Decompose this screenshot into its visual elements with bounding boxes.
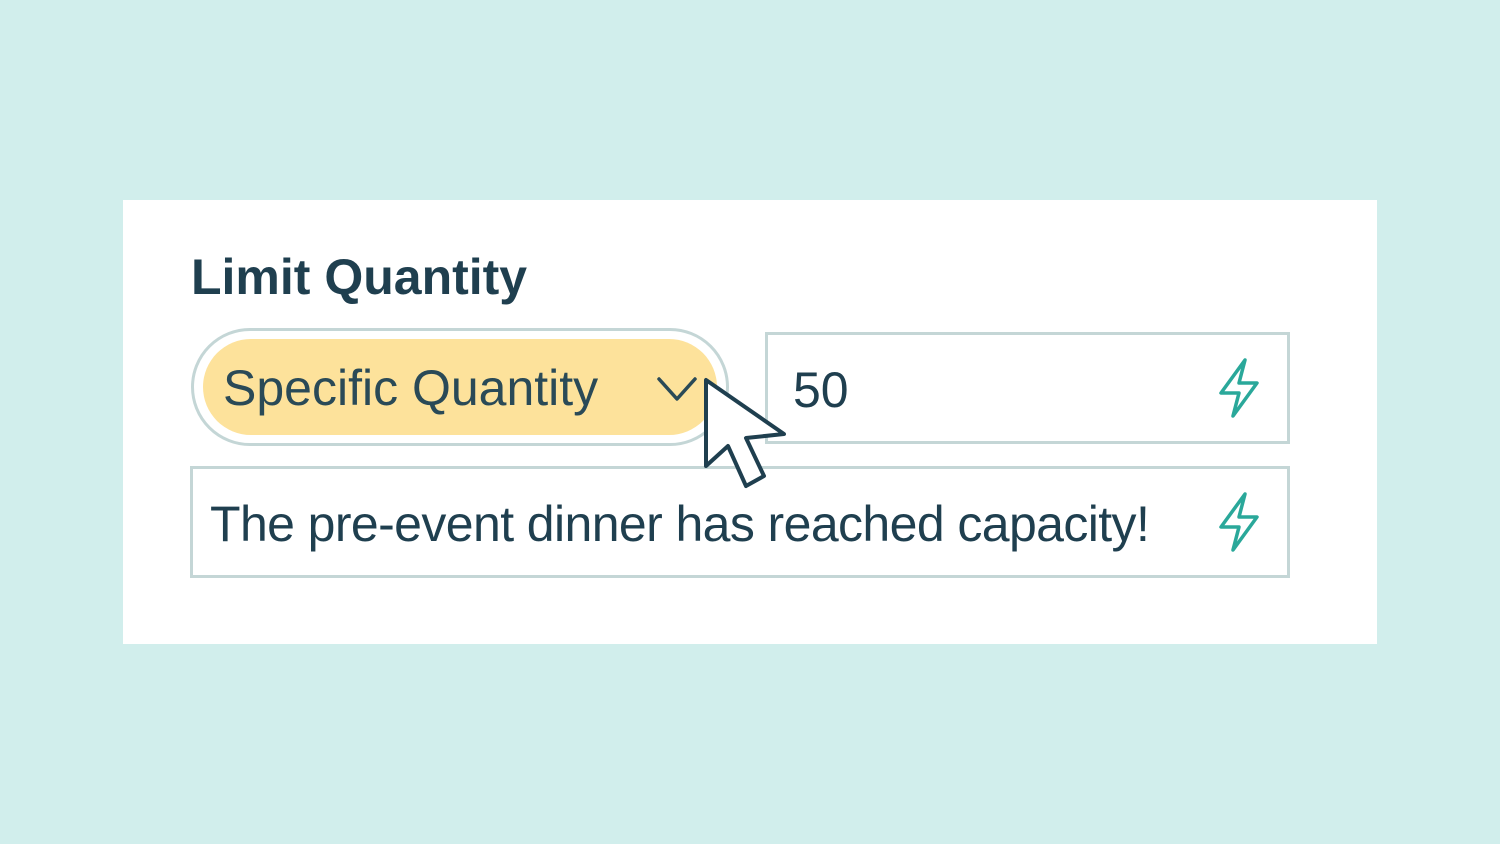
limit-type-dropdown-highlight: Specific Quantity <box>203 339 717 435</box>
capacity-message-value: The pre-event dinner has reached capacit… <box>210 496 1150 552</box>
mouse-pointer-icon <box>704 378 786 488</box>
section-title: Limit Quantity <box>191 249 528 305</box>
dropdown-selected-value: Specific Quantity <box>223 360 599 416</box>
lightning-bolt-icon[interactable] <box>1215 357 1263 419</box>
quantity-input[interactable]: 50 <box>765 332 1290 444</box>
quantity-value: 50 <box>793 362 849 418</box>
chevron-down-icon <box>657 377 697 401</box>
lightning-bolt-icon[interactable] <box>1215 491 1263 553</box>
limit-type-dropdown[interactable]: Specific Quantity <box>191 328 729 446</box>
